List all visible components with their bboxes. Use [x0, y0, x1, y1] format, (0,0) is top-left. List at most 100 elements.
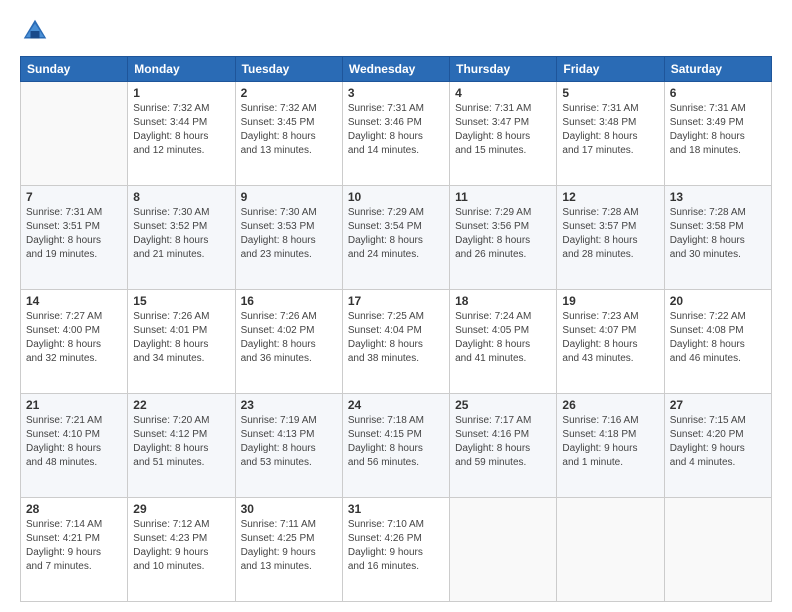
day-cell: 24 Sunrise: 7:18 AM Sunset: 4:15 PM Dayli… [342, 394, 449, 498]
day-info: Sunrise: 7:27 AM Sunset: 4:00 PM Dayligh… [26, 310, 122, 366]
day-cell: 26Sunrise: 7:16 AM Sunset: 4:18 PM Dayli… [557, 394, 664, 498]
week-row-1: 1 Sunrise: 7:32 AM Sunset: 3:44 PM Daylig… [21, 82, 772, 186]
day-number: 14 [26, 294, 122, 308]
day-info: Sunrise: 7:29 AM Sunset: 3:54 PM Dayligh… [348, 206, 444, 262]
header-saturday: Saturday [664, 57, 771, 82]
day-info: Sunrise: 7:31 AM Sunset: 3:46 PM Dayligh… [348, 102, 444, 158]
day-number: 21 [26, 398, 122, 412]
day-info: Sunrise: 7:31 AM Sunset: 3:47 PM Dayligh… [455, 102, 551, 158]
day-cell: 13 Sunrise: 7:28 AM Sunset: 3:58 PM Dayli… [664, 186, 771, 290]
day-info: Sunrise: 7:18 AM Sunset: 4:15 PM Dayligh… [348, 414, 444, 470]
day-info: Sunrise: 7:23 AM Sunset: 4:07 PM Dayligh… [562, 310, 658, 366]
day-cell: 1 Sunrise: 7:32 AM Sunset: 3:44 PM Daylig… [128, 82, 235, 186]
header-row: SundayMondayTuesdayWednesdayThursdayFrid… [21, 57, 772, 82]
header [20, 16, 772, 46]
header-tuesday: Tuesday [235, 57, 342, 82]
day-cell: 17Sunrise: 7:25 AM Sunset: 4:04 PM Dayli… [342, 290, 449, 394]
day-number: 30 [241, 502, 337, 516]
day-number: 1 [133, 86, 229, 100]
day-number: 4 [455, 86, 551, 100]
day-number: 24 [348, 398, 444, 412]
day-number: 15 [133, 294, 229, 308]
day-info: Sunrise: 7:31 AM Sunset: 3:49 PM Dayligh… [670, 102, 766, 158]
day-info: Sunrise: 7:21 AM Sunset: 4:10 PM Dayligh… [26, 414, 122, 470]
day-info: Sunrise: 7:15 AM Sunset: 4:20 PM Dayligh… [670, 414, 766, 470]
calendar-header: SundayMondayTuesdayWednesdayThursdayFrid… [21, 57, 772, 82]
day-cell: 12 Sunrise: 7:28 AM Sunset: 3:57 PM Dayli… [557, 186, 664, 290]
day-info: Sunrise: 7:22 AM Sunset: 4:08 PM Dayligh… [670, 310, 766, 366]
day-cell: 20 Sunrise: 7:22 AM Sunset: 4:08 PM Dayli… [664, 290, 771, 394]
day-number: 25 [455, 398, 551, 412]
day-cell: 14 Sunrise: 7:27 AM Sunset: 4:00 PM Dayli… [21, 290, 128, 394]
day-info: Sunrise: 7:26 AM Sunset: 4:01 PM Dayligh… [133, 310, 229, 366]
day-cell: 11Sunrise: 7:29 AM Sunset: 3:56 PM Dayli… [450, 186, 557, 290]
header-monday: Monday [128, 57, 235, 82]
calendar-table: SundayMondayTuesdayWednesdayThursdayFrid… [20, 56, 772, 602]
week-row-4: 21 Sunrise: 7:21 AM Sunset: 4:10 PM Dayli… [21, 394, 772, 498]
day-cell: 22 Sunrise: 7:20 AM Sunset: 4:12 PM Dayli… [128, 394, 235, 498]
day-cell [450, 498, 557, 602]
day-cell: 29Sunrise: 7:12 AM Sunset: 4:23 PM Dayli… [128, 498, 235, 602]
day-number: 5 [562, 86, 658, 100]
day-cell [21, 82, 128, 186]
day-number: 13 [670, 190, 766, 204]
day-cell [664, 498, 771, 602]
day-cell: 28Sunrise: 7:14 AM Sunset: 4:21 PM Dayli… [21, 498, 128, 602]
day-info: Sunrise: 7:19 AM Sunset: 4:13 PM Dayligh… [241, 414, 337, 470]
day-cell: 7Sunrise: 7:31 AM Sunset: 3:51 PM Daylig… [21, 186, 128, 290]
day-cell: 5 Sunrise: 7:31 AM Sunset: 3:48 PM Daylig… [557, 82, 664, 186]
day-info: Sunrise: 7:29 AM Sunset: 3:56 PM Dayligh… [455, 206, 551, 262]
day-info: Sunrise: 7:28 AM Sunset: 3:58 PM Dayligh… [670, 206, 766, 262]
day-info: Sunrise: 7:25 AM Sunset: 4:04 PM Dayligh… [348, 310, 444, 366]
day-number: 27 [670, 398, 766, 412]
day-number: 22 [133, 398, 229, 412]
week-row-3: 14 Sunrise: 7:27 AM Sunset: 4:00 PM Dayli… [21, 290, 772, 394]
day-number: 12 [562, 190, 658, 204]
day-info: Sunrise: 7:30 AM Sunset: 3:52 PM Dayligh… [133, 206, 229, 262]
day-info: Sunrise: 7:20 AM Sunset: 4:12 PM Dayligh… [133, 414, 229, 470]
week-row-2: 7Sunrise: 7:31 AM Sunset: 3:51 PM Daylig… [21, 186, 772, 290]
day-info: Sunrise: 7:17 AM Sunset: 4:16 PM Dayligh… [455, 414, 551, 470]
day-cell: 3 Sunrise: 7:31 AM Sunset: 3:46 PM Daylig… [342, 82, 449, 186]
logo-icon [20, 16, 50, 46]
day-cell: 9Sunrise: 7:30 AM Sunset: 3:53 PM Daylig… [235, 186, 342, 290]
day-cell: 4 Sunrise: 7:31 AM Sunset: 3:47 PM Daylig… [450, 82, 557, 186]
day-info: Sunrise: 7:31 AM Sunset: 3:48 PM Dayligh… [562, 102, 658, 158]
day-number: 2 [241, 86, 337, 100]
day-number: 18 [455, 294, 551, 308]
day-info: Sunrise: 7:28 AM Sunset: 3:57 PM Dayligh… [562, 206, 658, 262]
day-cell [557, 498, 664, 602]
day-number: 8 [133, 190, 229, 204]
day-number: 16 [241, 294, 337, 308]
day-cell: 23 Sunrise: 7:19 AM Sunset: 4:13 PM Dayli… [235, 394, 342, 498]
day-cell: 2 Sunrise: 7:32 AM Sunset: 3:45 PM Daylig… [235, 82, 342, 186]
day-info: Sunrise: 7:32 AM Sunset: 3:44 PM Dayligh… [133, 102, 229, 158]
header-friday: Friday [557, 57, 664, 82]
day-number: 31 [348, 502, 444, 516]
day-cell: 27 Sunrise: 7:15 AM Sunset: 4:20 PM Dayli… [664, 394, 771, 498]
week-row-5: 28Sunrise: 7:14 AM Sunset: 4:21 PM Dayli… [21, 498, 772, 602]
day-info: Sunrise: 7:32 AM Sunset: 3:45 PM Dayligh… [241, 102, 337, 158]
page: SundayMondayTuesdayWednesdayThursdayFrid… [0, 0, 792, 612]
day-cell: 8 Sunrise: 7:30 AM Sunset: 3:52 PM Daylig… [128, 186, 235, 290]
header-sunday: Sunday [21, 57, 128, 82]
day-cell: 18Sunrise: 7:24 AM Sunset: 4:05 PM Dayli… [450, 290, 557, 394]
day-number: 9 [241, 190, 337, 204]
day-cell: 19 Sunrise: 7:23 AM Sunset: 4:07 PM Dayli… [557, 290, 664, 394]
day-cell: 10Sunrise: 7:29 AM Sunset: 3:54 PM Dayli… [342, 186, 449, 290]
day-number: 28 [26, 502, 122, 516]
day-info: Sunrise: 7:26 AM Sunset: 4:02 PM Dayligh… [241, 310, 337, 366]
day-number: 19 [562, 294, 658, 308]
header-wednesday: Wednesday [342, 57, 449, 82]
day-cell: 16 Sunrise: 7:26 AM Sunset: 4:02 PM Dayli… [235, 290, 342, 394]
day-number: 26 [562, 398, 658, 412]
day-cell: 6 Sunrise: 7:31 AM Sunset: 3:49 PM Daylig… [664, 82, 771, 186]
day-number: 3 [348, 86, 444, 100]
logo [20, 16, 56, 46]
day-cell: 25 Sunrise: 7:17 AM Sunset: 4:16 PM Dayli… [450, 394, 557, 498]
day-number: 29 [133, 502, 229, 516]
day-number: 23 [241, 398, 337, 412]
day-number: 6 [670, 86, 766, 100]
day-info: Sunrise: 7:11 AM Sunset: 4:25 PM Dayligh… [241, 518, 337, 574]
day-number: 20 [670, 294, 766, 308]
